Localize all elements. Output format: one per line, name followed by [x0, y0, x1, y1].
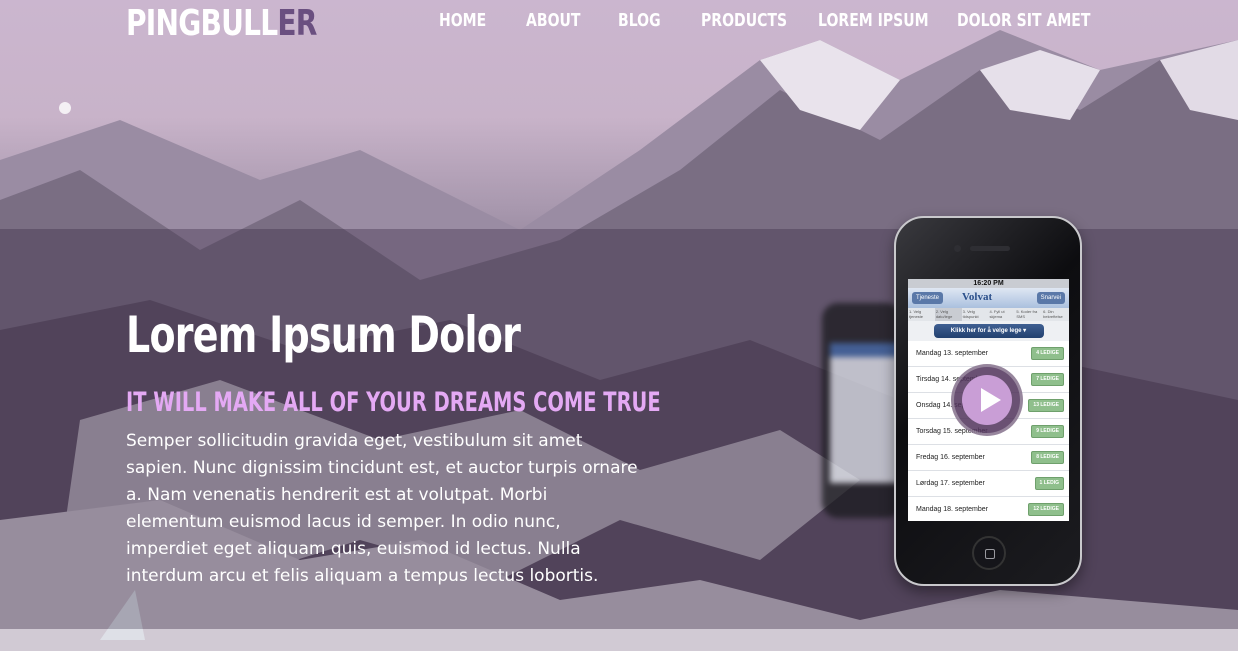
status-bar: 16:20 PM — [908, 279, 1069, 288]
availability-badge: 9 LEDIGE — [1031, 425, 1064, 438]
step-item: 3. Velg tidspunkt — [962, 309, 979, 319]
nav-blog[interactable]: BLOG — [618, 9, 661, 33]
app-brand: Volvat — [962, 291, 993, 303]
step-item-active: 2. Velg dato/lege — [934, 308, 962, 321]
play-video-button[interactable] — [951, 364, 1023, 436]
hero-body: Semper sollicitudin gravida eget, vestib… — [126, 431, 638, 586]
step-item: 1. Velg tjeneste — [909, 309, 924, 319]
nav-lorem-ipsum[interactable]: LOREM IPSUM — [818, 9, 929, 33]
day-label: Fredag 16. september — [916, 454, 985, 461]
step-indicator: 1. Velg tjeneste 2. Velg dato/lege 3. Ve… — [908, 308, 1069, 321]
step-item: 4. Fyll ut skjema — [989, 309, 1005, 319]
list-item: Mandag 18. september 12 LEDIGE — [908, 497, 1069, 521]
hero-subtitle: IT WILL MAKE ALL OF YOUR DREAMS COME TRU… — [126, 387, 661, 418]
day-label: Mandag 13. september — [916, 350, 988, 357]
phone-back-image — [822, 303, 902, 518]
cta-label: Klikk her for å velge lege — [950, 328, 1022, 334]
step-item: 5. Koder fra SMS — [1016, 309, 1038, 319]
bottom-strip — [0, 629, 1238, 651]
availability-badge: 8 LEDIGE — [1031, 451, 1064, 464]
choose-doctor-button: Klikk her for å velge lege ▾ — [933, 324, 1044, 338]
availability-badge: 12 LEDIGE — [1028, 503, 1064, 516]
availability-badge: 4 LEDIGE — [1031, 347, 1064, 360]
nav-home[interactable]: HOME — [439, 9, 486, 33]
list-item: Lørdag 17. september 1 LEDIG — [908, 471, 1069, 497]
play-icon — [962, 375, 1012, 425]
nav-products[interactable]: PRODUCTS — [701, 9, 787, 33]
step-item: 6. Din bekreftelse — [1043, 309, 1063, 319]
speaker-grille — [970, 246, 1010, 251]
availability-badge: 13 LEDIGE — [1028, 399, 1064, 412]
hero-title: Lorem Ipsum Dolor — [126, 306, 521, 364]
camera-icon — [954, 245, 961, 252]
list-item: Fredag 16. september 8 LEDIGE — [908, 445, 1069, 471]
availability-badge: 7 LEDIGE — [1031, 373, 1064, 386]
availability-badge: 1 LEDIG — [1034, 477, 1064, 490]
home-button-icon — [972, 536, 1006, 570]
nav-about[interactable]: ABOUT — [526, 9, 580, 33]
app-bar: Tjeneste Volvat Snarvei — [908, 288, 1069, 308]
main-nav: HOME ABOUT BLOG PRODUCTS LOREM IPSUM DOL… — [0, 9, 1238, 35]
nav-dolor-sit-amet[interactable]: DOLOR SIT AMET — [957, 9, 1090, 33]
shortcut-button: Snarvei — [1036, 292, 1065, 304]
back-button: Tjeneste — [912, 292, 944, 304]
day-label: Lørdag 17. september — [916, 480, 985, 487]
day-label: Mandag 18. september — [916, 506, 988, 513]
